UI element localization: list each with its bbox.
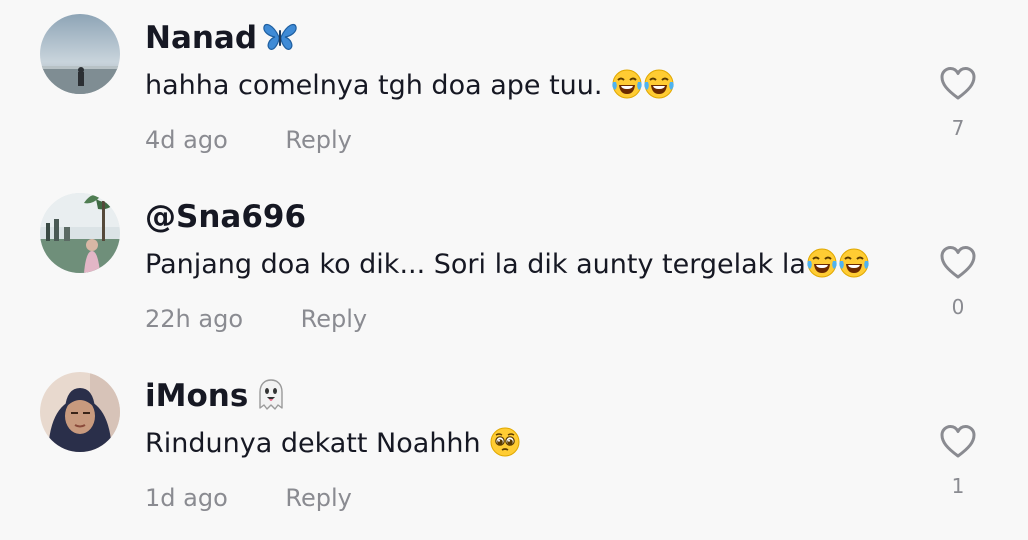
timestamp: 1d ago	[145, 484, 228, 512]
comment-list: Nanad hahha comelnya tgh doa ape tuu. 4d…	[0, 0, 1028, 540]
reply-button[interactable]: Reply	[285, 484, 351, 512]
username-text: Nanad	[145, 20, 258, 56]
comment-text: Rindunya dekatt Noahhh	[145, 424, 521, 464]
tears-of-joy-emoji-icon	[643, 68, 675, 100]
comment-item: @Sna696 Panjang doa ko dik... Sori la di…	[0, 179, 1028, 359]
comment-item: iMons Rindunya dekatt Noahhh 1d ago Repl…	[0, 358, 1028, 538]
comment-meta: 1d ago Reply	[145, 480, 352, 516]
heart-outline-icon	[938, 422, 978, 462]
reply-button[interactable]: Reply	[301, 305, 367, 333]
username-text: @Sna696	[145, 199, 307, 235]
tears-of-joy-emoji-icon	[838, 247, 870, 279]
ghost-icon	[259, 378, 283, 410]
like-count: 0	[951, 295, 965, 319]
username-text: iMons	[145, 378, 249, 414]
comment-item: Nanad hahha comelnya tgh doa ape tuu. 4d…	[0, 0, 1028, 180]
tears-of-joy-emoji-icon	[611, 68, 643, 100]
comment-text-content: Panjang doa ko dik... Sori la dik aunty …	[145, 249, 806, 280]
like-button[interactable]	[938, 64, 978, 104]
like-button[interactable]	[938, 422, 978, 462]
heart-outline-icon	[938, 64, 978, 104]
timestamp: 4d ago	[145, 126, 228, 154]
like-count: 1	[951, 474, 965, 498]
tears-of-joy-emoji-icon	[806, 247, 838, 279]
comment-text: Panjang doa ko dik... Sori la dik aunty …	[145, 245, 870, 285]
username[interactable]: iMons	[145, 376, 288, 416]
butterfly-icon	[263, 23, 297, 50]
username[interactable]: @Sna696	[145, 197, 306, 237]
heart-outline-icon	[938, 243, 978, 283]
like-button[interactable]	[938, 243, 978, 283]
pleading-face-emoji-icon	[489, 426, 521, 458]
comment-meta: 4d ago Reply	[145, 122, 352, 158]
comment-meta: 22h ago Reply	[145, 301, 367, 337]
like-count: 7	[951, 116, 965, 140]
avatar[interactable]	[40, 193, 120, 273]
comment-text-content: Rindunya dekatt Noahhh	[145, 428, 481, 459]
avatar[interactable]	[40, 372, 120, 452]
reply-button[interactable]: Reply	[285, 126, 351, 154]
timestamp: 22h ago	[145, 305, 244, 333]
avatar[interactable]	[40, 14, 120, 94]
username[interactable]: Nanad	[145, 18, 297, 58]
comment-text-content: hahha comelnya tgh doa ape tuu.	[145, 70, 603, 101]
comment-text: hahha comelnya tgh doa ape tuu.	[145, 66, 675, 106]
